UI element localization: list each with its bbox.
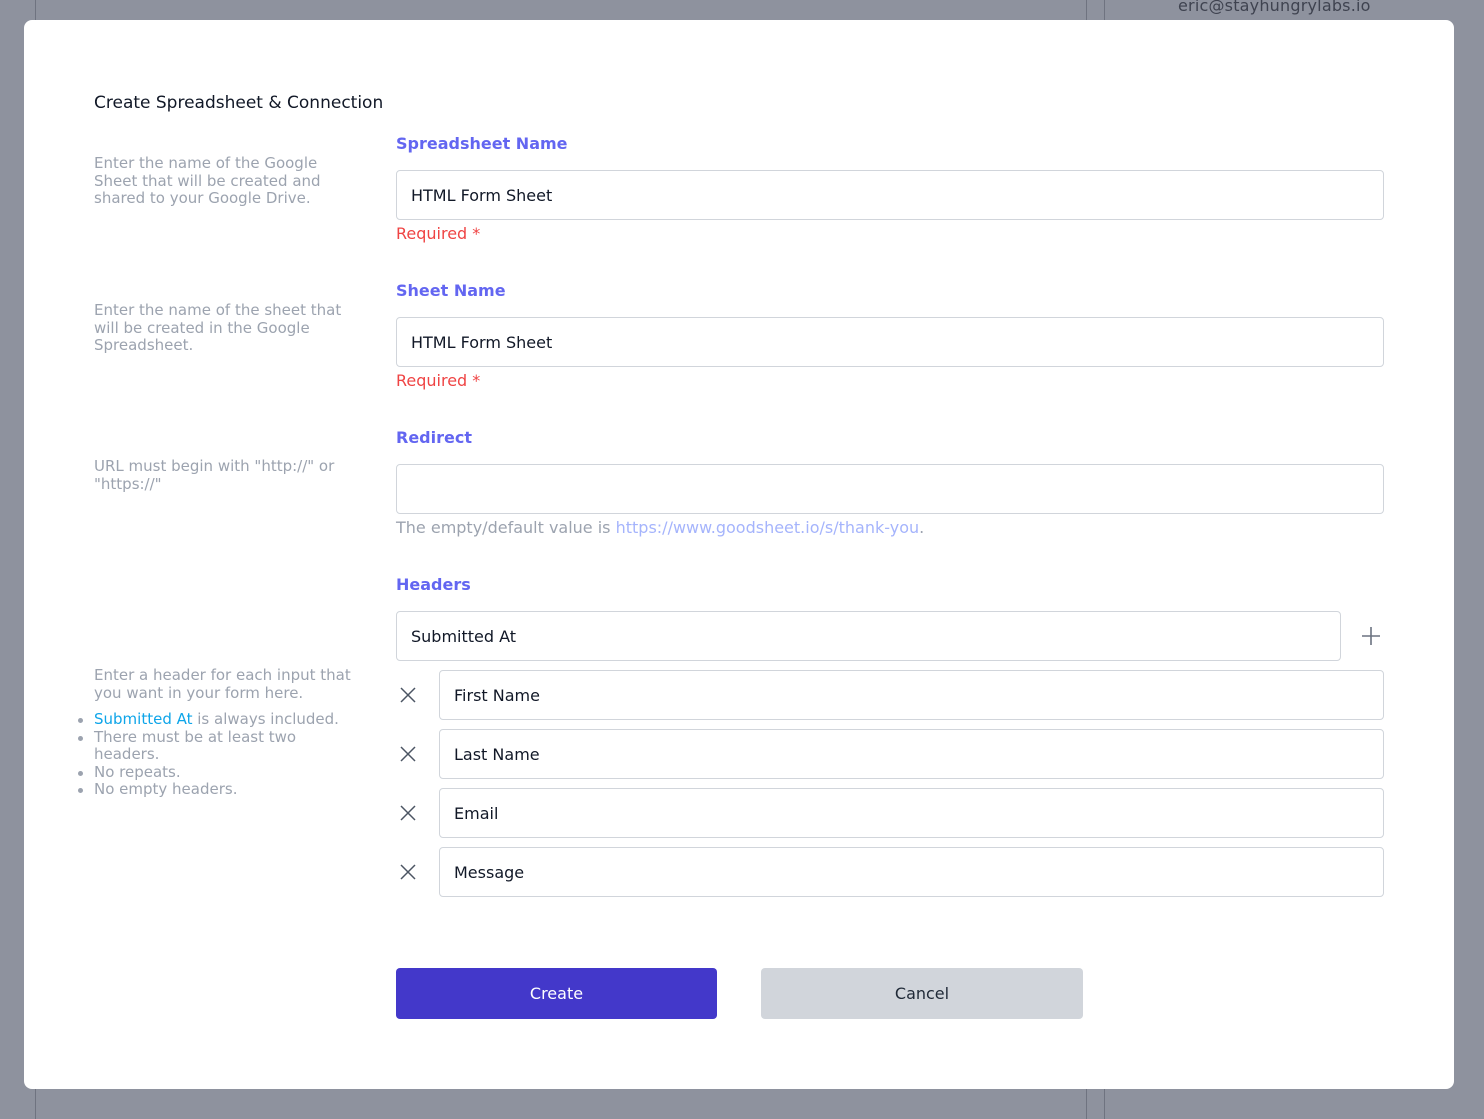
headers-rule: No empty headers. <box>78 780 354 799</box>
spreadsheet-name-help: Enter the name of the Google Sheet that … <box>94 154 321 207</box>
headers-rules-list: Submitted At is always included. There m… <box>78 710 354 799</box>
header-input[interactable] <box>439 729 1384 779</box>
headers-help: Enter a header for each input that you w… <box>78 666 354 799</box>
modal-title: Create Spreadsheet & Connection <box>94 93 384 113</box>
add-header-icon[interactable] <box>1359 624 1383 648</box>
spreadsheet-name-required: Required * <box>396 224 481 243</box>
headers-rule-text: is always included. <box>192 710 339 728</box>
remove-header-icon[interactable] <box>396 683 420 707</box>
header-input[interactable] <box>439 788 1384 838</box>
redirect-hint: The empty/default value is https://www.g… <box>396 518 924 537</box>
spreadsheet-name-label: Spreadsheet Name <box>396 134 568 153</box>
create-button[interactable]: Create <box>396 968 717 1019</box>
submitted-at-highlight: Submitted At <box>94 710 193 728</box>
redirect-hint-suffix: . <box>919 518 925 537</box>
headers-rule: Submitted At is always included. <box>78 710 354 729</box>
remove-header-icon[interactable] <box>396 742 420 766</box>
sheet-name-help: Enter the name of the sheet that will be… <box>94 301 342 354</box>
spreadsheet-name-input[interactable] <box>396 170 1384 220</box>
remove-header-icon[interactable] <box>396 801 420 825</box>
default-redirect-link[interactable]: https://www.goodsheet.io/s/thank-you <box>616 518 920 537</box>
header-input[interactable] <box>439 670 1384 720</box>
fixed-header-input[interactable] <box>396 611 1341 661</box>
redirect-hint-prefix: The empty/default value is <box>396 518 616 537</box>
remove-header-icon[interactable] <box>396 860 420 884</box>
redirect-help: URL must begin with "http://" or "https:… <box>94 457 335 493</box>
headers-label: Headers <box>396 575 471 594</box>
header-input[interactable] <box>439 847 1384 897</box>
user-email: eric@stayhungrylabs.io <box>1178 0 1371 15</box>
headers-rule: No repeats. <box>78 763 354 782</box>
headers-help-text: Enter a header for each input that you w… <box>94 666 351 702</box>
redirect-label: Redirect <box>396 428 472 447</box>
sheet-name-label: Sheet Name <box>396 281 506 300</box>
cancel-button[interactable]: Cancel <box>761 968 1083 1019</box>
sheet-name-required: Required * <box>396 371 481 390</box>
redirect-input[interactable] <box>396 464 1384 514</box>
sheet-name-input[interactable] <box>396 317 1384 367</box>
headers-rule: There must be at least two headers. <box>78 728 354 764</box>
create-spreadsheet-modal: Create Spreadsheet & Connection Enter th… <box>24 20 1454 1089</box>
